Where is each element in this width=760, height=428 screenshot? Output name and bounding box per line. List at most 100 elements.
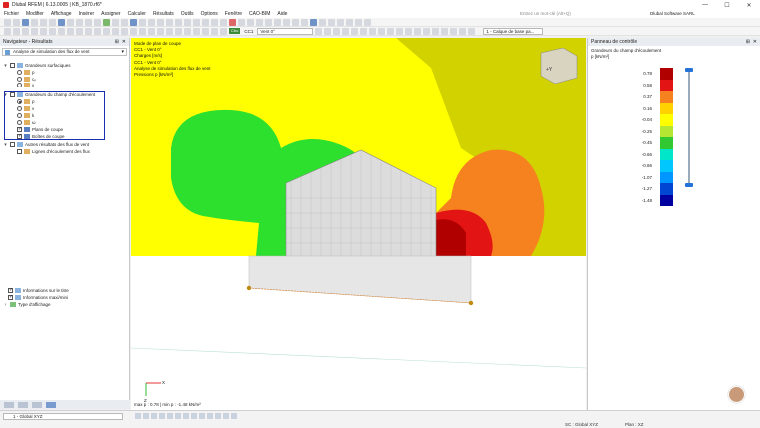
export-icon[interactable] [274,18,281,26]
pin-icon[interactable]: ⊞ [115,39,119,45]
calculate-icon[interactable] [103,18,110,26]
loads-icon[interactable] [112,27,119,35]
collapse-icon[interactable]: ▾ [3,142,8,148]
transparency-icon[interactable] [396,27,404,35]
mirror-icon[interactable] [85,18,92,26]
tree-node-display-type[interactable]: › Type d'affichage [3,301,51,308]
legend-row[interactable]: -1.27 [588,183,673,195]
snap-icon[interactable] [202,18,209,26]
particle-icon[interactable] [369,27,377,35]
checkbox[interactable] [17,149,22,154]
surfaces-icon[interactable] [85,27,92,35]
prev-lc-icon[interactable] [315,27,323,35]
view-cube-icon[interactable] [540,47,578,85]
flow-lines-icon[interactable] [351,27,359,35]
back-view-icon[interactable] [13,27,20,35]
results-icon[interactable] [112,18,119,26]
prev-case-icon[interactable] [148,27,155,35]
legend-row[interactable]: 0.78 [588,68,673,80]
menu-insert[interactable]: Insérer [79,11,95,17]
new-file-icon[interactable] [4,18,11,26]
collapse-icon[interactable]: ▾ [3,63,8,69]
tab-results-icon[interactable] [46,401,56,408]
close-icon[interactable]: ✕ [753,39,757,45]
cut-plane-icon[interactable] [342,27,350,35]
legend-row[interactable]: -0.45 [588,137,673,149]
section-icon[interactable] [220,18,227,26]
avatar[interactable] [728,386,745,403]
filter-icon[interactable] [166,18,173,26]
legend-min-slider[interactable] [685,183,693,187]
visibility-icon[interactable] [414,27,422,35]
info-icon[interactable] [247,18,254,26]
legend-row[interactable]: -1.07 [588,171,673,183]
perspective-icon[interactable] [223,413,229,419]
streamline-icon[interactable] [360,27,368,35]
top-view-icon[interactable] [22,27,29,35]
deformation-icon[interactable] [121,27,128,35]
model-viewport[interactable]: +Y X Z Mode de plan de coupe CC1 - Vent … [131,38,586,410]
cut-box-node[interactable] [468,300,474,306]
legend-row[interactable]: 0.58 [588,79,673,91]
report-icon[interactable] [292,18,299,26]
print-icon[interactable] [31,18,38,26]
close-icon[interactable]: ✕ [122,39,126,45]
open-file-icon[interactable] [13,18,20,26]
result-table-icon[interactable] [175,27,182,35]
select-icon[interactable] [58,18,65,26]
render-icon[interactable] [184,18,191,26]
help-icon[interactable] [265,18,272,26]
menu-help[interactable]: Aide [277,11,287,17]
guides-icon[interactable] [175,413,181,419]
load-case-select[interactable]: Vent 0° [257,27,314,35]
render-mode-icon[interactable] [207,413,213,419]
rotate-icon[interactable] [76,18,83,26]
import-icon[interactable] [283,18,290,26]
radio[interactable] [17,70,22,75]
tree-node-nu[interactable]: ν [17,83,34,87]
error-icon[interactable] [229,18,236,26]
checkbox-checked[interactable] [8,287,13,293]
tools-icon[interactable] [346,18,353,26]
menu-results[interactable]: Résultats [153,11,174,17]
legend-row[interactable]: -1.48 [588,194,673,206]
tree-node-other-wind-results[interactable]: ▾ Autres résultats des flux de vent [3,141,89,148]
menu-assign[interactable]: Assigner [101,11,120,17]
osnap-icon[interactable] [159,413,165,419]
legend-row[interactable]: -0.25 [588,125,673,137]
supports-icon[interactable] [103,27,110,35]
settings-icon[interactable] [238,18,245,26]
radio[interactable] [17,83,22,87]
pan-icon[interactable] [157,18,164,26]
isolate-icon[interactable] [432,27,440,35]
isolines-icon[interactable] [139,27,146,35]
layer-select[interactable]: 1 - Calque de base pa... [483,27,544,35]
checkbox[interactable] [10,142,15,147]
legend-row[interactable]: 0.37 [588,91,673,103]
menu-options[interactable]: Options [201,11,218,17]
tree-node-minmax-info[interactable]: Informations maxi/mini [8,294,68,301]
transparency-icon[interactable] [199,413,205,419]
colors-icon[interactable] [211,27,218,35]
legend-row[interactable]: -0.04 [588,114,673,126]
analysis-type-select[interactable]: Analyse de simulation des flux de vent [2,48,127,56]
hide-icon[interactable] [423,27,431,35]
checkbox[interactable] [10,63,15,68]
tree-node-streamlines[interactable]: Lignes d'écoulement des flux [17,148,90,155]
check-icon[interactable] [319,18,326,26]
tab-display-icon[interactable] [18,401,28,408]
legend-row[interactable]: -0.86 [588,160,673,172]
menu-cad-bim[interactable]: CAO-BIM [249,11,270,17]
nodes-icon[interactable] [58,27,65,35]
animation-icon[interactable] [166,27,173,35]
solid-icon[interactable] [49,27,56,35]
menu-window[interactable]: Fenêtre [225,11,242,17]
dxf-icon[interactable] [167,413,173,419]
measure-icon[interactable] [211,18,218,26]
cloud-icon[interactable] [364,18,371,26]
legend-icon[interactable] [193,27,200,35]
cut-box-node[interactable] [246,285,252,291]
load-icon[interactable] [310,18,317,26]
members-icon[interactable] [76,27,83,35]
next-lc-icon[interactable] [324,27,332,35]
